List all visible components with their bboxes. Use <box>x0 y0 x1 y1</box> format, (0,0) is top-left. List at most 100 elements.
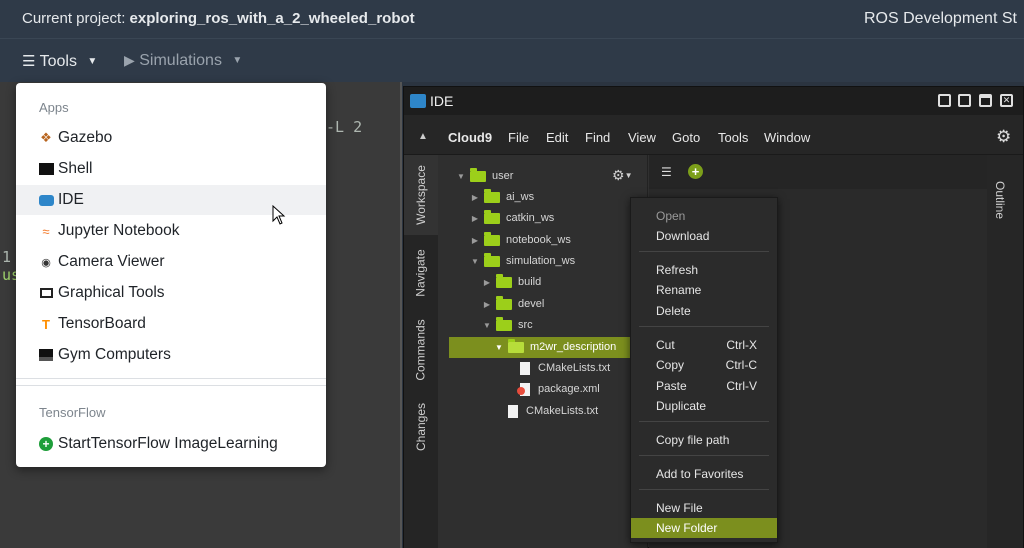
tree-settings-gear-icon[interactable]: ⚙▼ <box>612 167 632 184</box>
minimize-icon[interactable] <box>958 94 971 107</box>
folder-icon <box>508 338 524 353</box>
ctx-refresh[interactable]: Refresh <box>631 260 777 280</box>
tab-list-icon[interactable]: ☰ <box>661 165 672 179</box>
tree-item-file[interactable]: CMakeLists.txt <box>508 401 598 421</box>
hamburger-icon: ☰ <box>22 53 36 70</box>
close-icon[interactable]: ✕ <box>1000 94 1013 107</box>
ctx-delete[interactable]: Delete <box>631 301 777 321</box>
project-label: Current project: <box>22 10 126 27</box>
ctx-new-folder[interactable]: New Folder <box>631 518 777 538</box>
terminal-text: 1 <box>2 248 12 266</box>
expanded-arrow-icon: ▼ <box>471 256 479 266</box>
gear-icon[interactable]: ⚙ <box>996 127 1011 147</box>
ctx-cut[interactable]: Cut Ctrl-X <box>631 335 777 355</box>
maximize-icon[interactable] <box>979 94 992 107</box>
folder-icon <box>484 231 500 246</box>
tree-item-folder[interactable]: ▼ src <box>482 315 533 335</box>
ctx-divider <box>639 421 769 422</box>
ctx-add-to-favorites[interactable]: Add to Favorites <box>631 464 777 484</box>
menu-cloud9[interactable]: Cloud9 <box>448 130 492 145</box>
folder-icon <box>496 295 512 310</box>
folder-icon <box>496 273 512 288</box>
ctx-download[interactable]: Download <box>631 226 777 246</box>
menu-file[interactable]: File <box>508 130 529 145</box>
ctx-rename[interactable]: Rename <box>631 280 777 300</box>
project-bar: Current project: exploring_ros_with_a_2_… <box>0 0 1024 38</box>
ctx-open[interactable]: Open <box>631 206 777 226</box>
tree-item-folder[interactable]: ▼ user <box>456 166 513 186</box>
ctx-copy[interactable]: Copy Ctrl-C <box>631 355 777 375</box>
terminal-icon <box>38 161 54 177</box>
simulations-button[interactable]: ▶ Simulations ▼ <box>124 52 242 70</box>
menu-goto[interactable]: Goto <box>672 130 700 145</box>
ctx-divider <box>639 455 769 456</box>
collapsed-arrow-icon: ▶ <box>471 192 479 202</box>
camera-icon: ◉ <box>41 256 51 269</box>
shortcut-label: Ctrl-V <box>726 379 757 393</box>
tools-button[interactable]: ☰ Tools ▼ <box>22 52 97 71</box>
expanded-arrow-icon: ▼ <box>457 171 465 181</box>
editor-tab-bar: ☰ + <box>649 155 987 189</box>
cloud9-logo-icon <box>410 94 426 108</box>
side-panel-tabs: Workspace Navigate Commands Changes <box>404 155 438 548</box>
caret-down-icon: ▼ <box>87 56 98 67</box>
tab-outline[interactable]: Outline <box>993 181 1007 219</box>
plus-circle-icon: + <box>38 436 54 452</box>
tree-item-folder-selected[interactable]: ▼ m2wr_description <box>494 337 616 357</box>
menu-item-graphical-tools[interactable]: Graphical Tools <box>16 278 326 308</box>
tree-item-folder[interactable]: ▶ catkin_ws <box>470 208 554 228</box>
terminal-text: -L 2 <box>326 118 363 136</box>
tree-item-folder[interactable]: ▶ devel <box>482 294 544 314</box>
ctx-paste[interactable]: Paste Ctrl-V <box>631 376 777 396</box>
menu-item-start-tensorflow[interactable]: + StartTensorFlow ImageLearning <box>16 429 326 459</box>
gazebo-icon: ❖ <box>40 130 52 145</box>
tree-item-folder[interactable]: ▶ ai_ws <box>470 187 534 207</box>
new-tab-plus-icon[interactable]: + <box>688 164 703 179</box>
menu-item-camera-viewer[interactable]: ◉ Camera Viewer <box>16 247 326 277</box>
tree-item-file[interactable]: CMakeLists.txt <box>520 358 610 378</box>
simulations-label: Simulations <box>139 52 222 69</box>
monitor-icon <box>38 285 54 301</box>
expanded-arrow-icon: ▼ <box>483 320 491 330</box>
ctx-copy-file-path[interactable]: Copy file path <box>631 430 777 450</box>
tab-commands[interactable]: Commands <box>404 311 438 389</box>
collapsed-arrow-icon: ▶ <box>471 213 479 223</box>
tab-navigate[interactable]: Navigate <box>404 237 438 309</box>
menu-item-gym-computers[interactable]: Gym Computers <box>16 340 326 370</box>
xml-file-icon <box>517 382 530 396</box>
ctx-divider <box>639 326 769 327</box>
tree-item-file[interactable]: package.xml <box>517 379 600 399</box>
file-context-menu: Open Download Refresh Rename Delete Cut C… <box>630 197 778 543</box>
collapsed-arrow-icon: ▶ <box>483 277 491 287</box>
ctx-new-file[interactable]: New File <box>631 498 777 518</box>
ide-titlebar: IDE ✕ <box>404 87 1023 115</box>
tab-workspace[interactable]: Workspace <box>404 155 438 235</box>
tools-label: Tools <box>39 53 77 70</box>
menu-view[interactable]: View <box>628 130 656 145</box>
project-name: exploring_ros_with_a_2_wheeled_robot <box>129 10 415 27</box>
menu-item-tensorboard[interactable]: T TensorBoard <box>16 309 326 339</box>
menu-item-shell[interactable]: Shell <box>16 154 326 184</box>
tree-item-folder[interactable]: ▶ notebook_ws <box>470 230 571 250</box>
ide-title: IDE <box>430 93 454 109</box>
tab-changes[interactable]: Changes <box>404 391 438 463</box>
menu-tools[interactable]: Tools <box>718 130 748 145</box>
menu-window[interactable]: Window <box>764 130 810 145</box>
tree-item-folder[interactable]: ▼ simulation_ws <box>470 251 575 271</box>
tensorflow-header: TensorFlow <box>39 405 106 420</box>
menu-edit[interactable]: Edit <box>546 130 568 145</box>
ctx-divider <box>639 489 769 490</box>
menu-find[interactable]: Find <box>585 130 610 145</box>
menu-item-gazebo[interactable]: ❖ Gazebo <box>16 123 326 153</box>
ctx-duplicate[interactable]: Duplicate <box>631 396 777 416</box>
current-project: Current project: exploring_ros_with_a_2_… <box>22 10 415 27</box>
menu-divider <box>16 378 326 379</box>
tree-item-folder[interactable]: ▶ build <box>482 272 541 292</box>
restore-icon[interactable] <box>938 94 951 107</box>
collapse-arrow-icon[interactable]: ▲ <box>418 131 428 142</box>
ide-menubar: ▲ Cloud9 File Edit Find View Goto Tools … <box>404 115 1023 155</box>
server-icon <box>38 347 54 363</box>
play-circle-icon: ▶ <box>124 52 135 68</box>
jupyter-icon: ≈ <box>42 223 50 239</box>
ide-icon <box>38 192 54 208</box>
